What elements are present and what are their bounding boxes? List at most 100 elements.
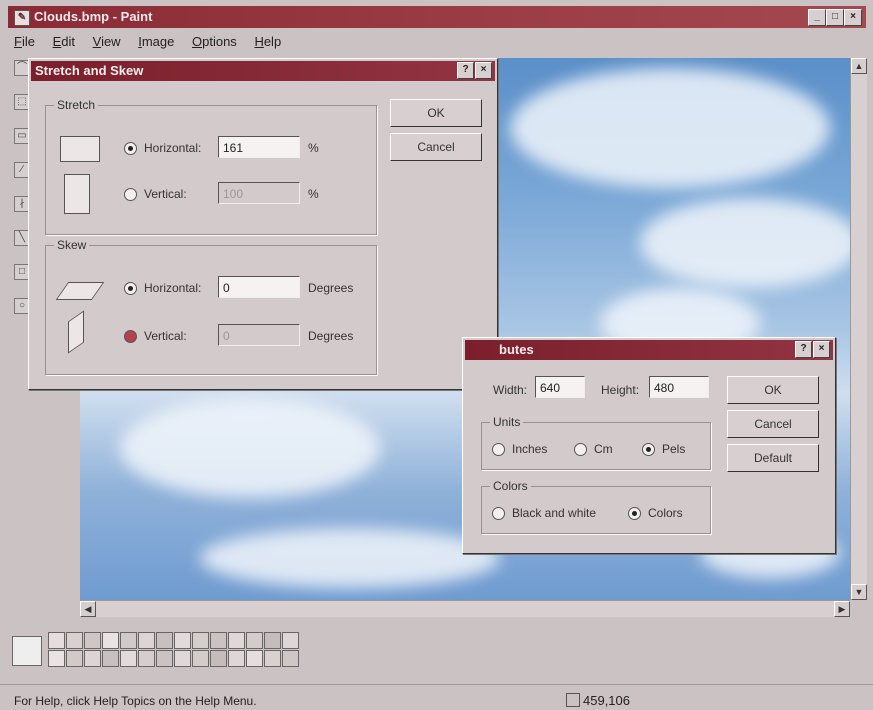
colors-radio[interactable] — [628, 507, 641, 520]
palette-swatch[interactable] — [48, 650, 65, 667]
palette-swatch[interactable] — [174, 632, 191, 649]
palette-swatch[interactable] — [138, 650, 155, 667]
skew-group-label: Skew — [54, 238, 90, 252]
title-bar[interactable]: ✎ Clouds.bmp - Paint _ □ × — [8, 6, 866, 28]
palette-swatch[interactable] — [246, 650, 263, 667]
maximize-button[interactable]: □ — [826, 9, 844, 26]
skew-horizontal-radio[interactable] — [124, 282, 137, 295]
palette-swatch[interactable] — [66, 650, 83, 667]
cm-radio[interactable] — [574, 443, 587, 456]
attributes-close-button[interactable]: × — [813, 341, 830, 358]
palette-swatch[interactable] — [102, 632, 119, 649]
skew-horizontal-input[interactable]: 0 — [218, 276, 300, 298]
scroll-down-icon[interactable]: ▼ — [851, 584, 867, 600]
stretch-skew-title: Stretch and Skew — [35, 63, 144, 78]
palette-swatch[interactable] — [156, 632, 173, 649]
menu-edit[interactable]: Edit — [53, 34, 75, 49]
attributes-default-button[interactable]: Default — [727, 444, 819, 472]
help-button[interactable]: ? — [457, 62, 474, 79]
width-input[interactable]: 640 — [535, 376, 585, 398]
skew-horizontal-unit: Degrees — [308, 281, 354, 295]
pels-radio[interactable] — [642, 443, 655, 456]
palette-swatch[interactable] — [138, 632, 155, 649]
black-white-label: Black and white — [512, 506, 597, 520]
colors-label: Colors — [648, 506, 683, 520]
skew-vertical-icon — [68, 310, 84, 354]
skew-vertical-radio[interactable] — [124, 330, 137, 343]
palette-swatch[interactable] — [102, 650, 119, 667]
height-label: Height: — [601, 383, 640, 397]
palette-swatch[interactable] — [210, 650, 227, 667]
attributes-dialog: butes ? × Width: 640 Height: 480 Units I… — [462, 337, 836, 554]
menu-bar: File Edit View Image Options Help — [14, 34, 295, 54]
black-white-radio[interactable] — [492, 507, 505, 520]
units-group: Units Inches Cm Pels — [481, 415, 711, 470]
cloud-shape — [510, 68, 830, 188]
cloud-shape — [120, 398, 380, 498]
menu-view[interactable]: View — [93, 34, 121, 49]
inches-radio[interactable] — [492, 443, 505, 456]
cancel-button[interactable]: Cancel — [390, 133, 482, 161]
stretch-horizontal-input[interactable]: 161 — [218, 136, 300, 158]
close-button[interactable]: × — [844, 9, 862, 26]
stretch-horizontal-radio[interactable] — [124, 142, 137, 155]
cloud-shape — [200, 528, 500, 588]
attributes-help-button[interactable]: ? — [795, 341, 812, 358]
stretch-group: Stretch Horizontal: 161 % Vertical: 100 … — [45, 98, 377, 235]
dialog-close-button[interactable]: × — [475, 62, 492, 79]
menu-options[interactable]: Options — [192, 34, 237, 49]
horizontal-scrollbar[interactable]: ◀ ▶ — [80, 600, 850, 617]
skew-vertical-label: Vertical: — [144, 329, 187, 343]
colors-group-label: Colors — [490, 479, 531, 493]
palette-swatch[interactable] — [120, 650, 137, 667]
coordinates-icon — [566, 693, 580, 707]
attributes-title: butes — [499, 342, 534, 357]
palette-swatch[interactable] — [264, 650, 281, 667]
current-colors[interactable] — [12, 636, 42, 666]
palette-swatch[interactable] — [192, 632, 209, 649]
scroll-up-icon[interactable]: ▲ — [851, 58, 867, 74]
palette-swatch[interactable] — [120, 632, 137, 649]
minimize-button[interactable]: _ — [808, 9, 826, 26]
scroll-left-icon[interactable]: ◀ — [80, 601, 96, 617]
palette-swatch[interactable] — [228, 632, 245, 649]
stretch-skew-title-bar[interactable]: Stretch and Skew ? × — [31, 61, 495, 81]
cm-label: Cm — [594, 442, 613, 456]
palette-swatch[interactable] — [48, 632, 65, 649]
attributes-ok-button[interactable]: OK — [727, 376, 819, 404]
menu-image[interactable]: Image — [138, 34, 174, 49]
palette-swatch[interactable] — [84, 632, 101, 649]
attributes-title-bar[interactable]: butes ? × — [465, 340, 833, 360]
skew-vertical-input[interactable]: 0 — [218, 324, 300, 346]
palette-swatch[interactable] — [156, 650, 173, 667]
skew-horizontal-label: Horizontal: — [144, 281, 202, 295]
menu-file[interactable]: File — [14, 34, 35, 49]
skew-group: Skew Horizontal: 0 Degrees Vertical: 0 D… — [45, 238, 377, 375]
stretch-horizontal-label: Horizontal: — [144, 141, 202, 155]
skew-vertical-unit: Degrees — [308, 329, 354, 343]
attributes-cancel-button[interactable]: Cancel — [727, 410, 819, 438]
palette-swatch[interactable] — [282, 650, 299, 667]
palette-swatch[interactable] — [246, 632, 263, 649]
stretch-vertical-input[interactable]: 100 — [218, 182, 300, 204]
palette-swatch[interactable] — [210, 632, 227, 649]
scroll-right-icon[interactable]: ▶ — [834, 601, 850, 617]
paint-app-icon[interactable]: ✎ — [14, 10, 30, 26]
cloud-shape — [640, 198, 850, 288]
palette-swatch[interactable] — [174, 650, 191, 667]
width-label: Width: — [493, 383, 528, 397]
palette-swatch[interactable] — [192, 650, 209, 667]
height-input[interactable]: 480 — [649, 376, 709, 398]
palette-swatch[interactable] — [66, 632, 83, 649]
window-title: Clouds.bmp - Paint — [34, 9, 153, 24]
ok-button[interactable]: OK — [390, 99, 482, 127]
units-group-label: Units — [490, 415, 524, 429]
vertical-scrollbar[interactable]: ▲ ▼ — [850, 58, 867, 600]
palette-swatch[interactable] — [282, 632, 299, 649]
palette-swatch[interactable] — [84, 650, 101, 667]
palette-swatch[interactable] — [228, 650, 245, 667]
palette-swatch[interactable] — [264, 632, 281, 649]
stretch-vertical-radio[interactable] — [124, 188, 137, 201]
menu-help[interactable]: Help — [254, 34, 281, 49]
stretch-group-label: Stretch — [54, 98, 99, 112]
